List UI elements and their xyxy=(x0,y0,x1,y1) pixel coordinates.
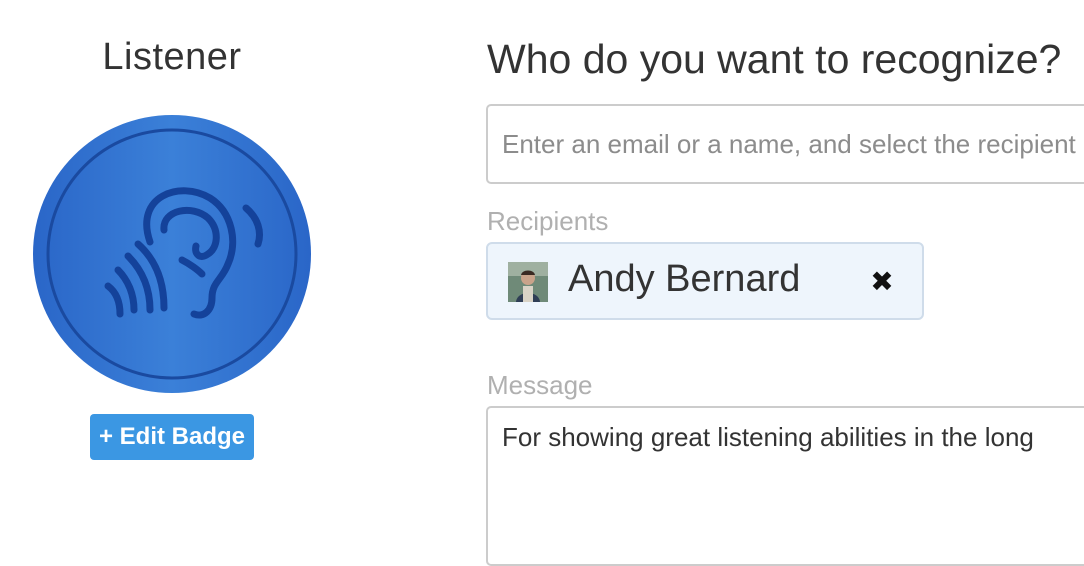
ear-icon xyxy=(33,115,311,393)
badge-title: Listener xyxy=(102,36,242,78)
recipient-chip: Andy Bernard ✖ xyxy=(486,242,924,320)
recipient-search-input[interactable] xyxy=(486,104,1084,184)
recipients-label: Recipients xyxy=(487,206,609,236)
edit-badge-button[interactable]: + Edit Badge xyxy=(90,414,254,460)
message-field[interactable]: For showing great listening abilities in… xyxy=(486,406,1084,566)
page-title: Who do you want to recognize? xyxy=(487,36,1062,82)
avatar xyxy=(508,262,548,302)
recipient-name: Andy Bernard xyxy=(568,258,801,300)
close-icon[interactable]: ✖ xyxy=(864,262,900,300)
message-label: Message xyxy=(487,370,593,400)
